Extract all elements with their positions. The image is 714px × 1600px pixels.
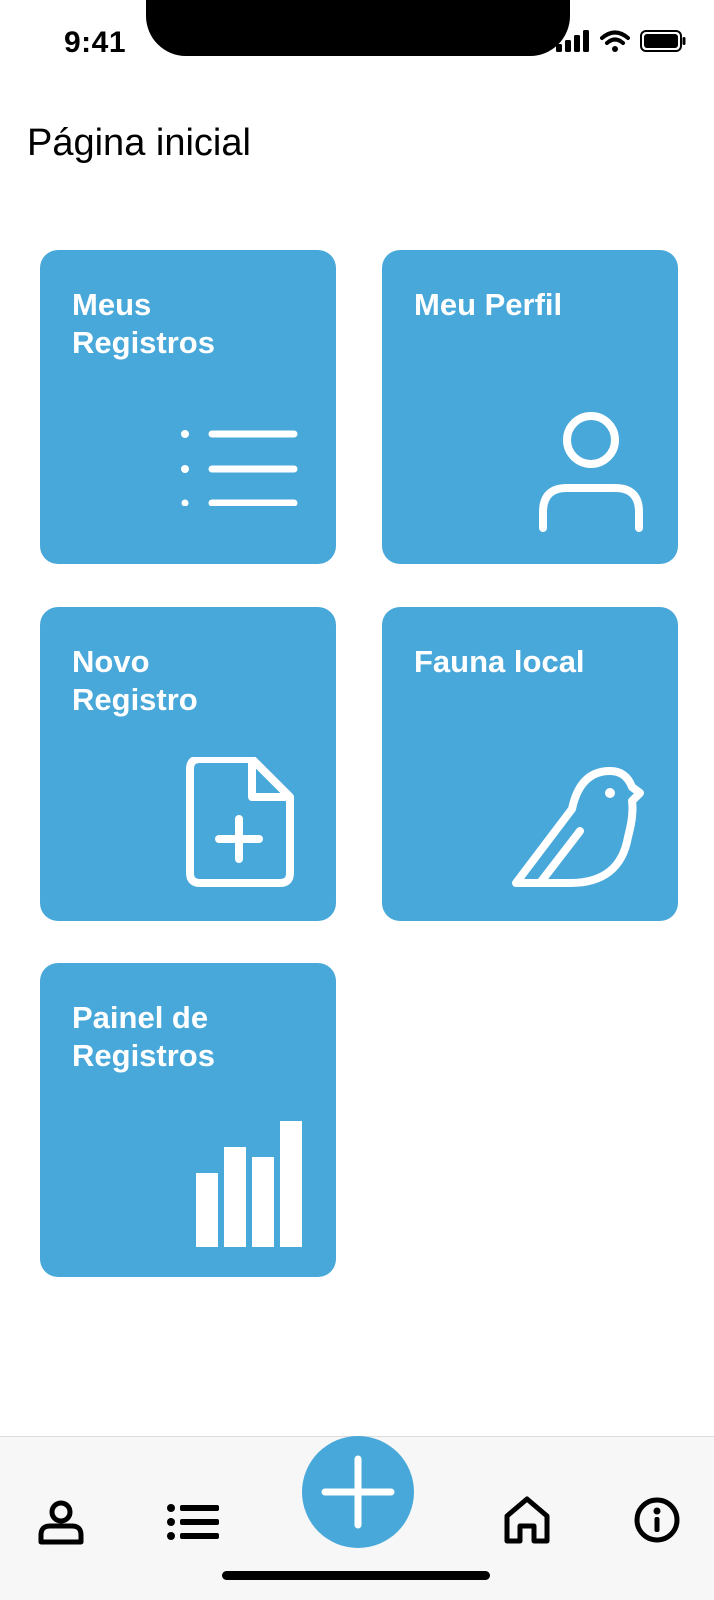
notch	[146, 0, 570, 56]
nav-home-button[interactable]	[494, 1487, 560, 1553]
info-icon	[634, 1497, 680, 1543]
status-bar: 9:41	[0, 0, 714, 90]
tile-painel-de-registros[interactable]: Painel de Registros	[40, 963, 336, 1277]
profile-icon	[38, 1500, 84, 1545]
nav-profile-button[interactable]	[28, 1489, 94, 1555]
add-icon	[321, 1455, 395, 1529]
tile-label: Novo Registro	[72, 644, 198, 717]
status-icons	[556, 30, 686, 52]
page-title: Página inicial	[27, 122, 251, 164]
nav-list-button[interactable]	[160, 1489, 226, 1555]
tile-meus-registros[interactable]: Meus Registros	[40, 250, 336, 564]
nav-info-button[interactable]	[624, 1487, 690, 1553]
wifi-icon	[600, 30, 630, 52]
home-indicator	[222, 1571, 490, 1580]
tile-novo-registro[interactable]: Novo Registro	[40, 607, 336, 921]
home-icon	[504, 1496, 550, 1544]
tile-fauna-local[interactable]: Fauna local	[382, 607, 678, 921]
tile-label: Fauna local	[414, 644, 585, 679]
bar-chart-icon	[196, 1121, 302, 1247]
bird-icon	[512, 767, 644, 887]
tile-label: Meus Registros	[72, 287, 215, 360]
user-icon	[539, 412, 643, 532]
list-icon	[167, 1504, 219, 1540]
status-time: 9:41	[64, 26, 127, 59]
tile-label: Meu Perfil	[414, 287, 563, 322]
list-icon	[181, 430, 298, 506]
tile-meu-perfil[interactable]: Meu Perfil	[382, 250, 678, 564]
tile-label: Painel de Registros	[72, 1000, 215, 1073]
battery-icon	[640, 30, 686, 52]
file-plus-icon	[186, 757, 294, 887]
add-record-button[interactable]	[302, 1436, 414, 1548]
signal-icon	[556, 30, 589, 52]
